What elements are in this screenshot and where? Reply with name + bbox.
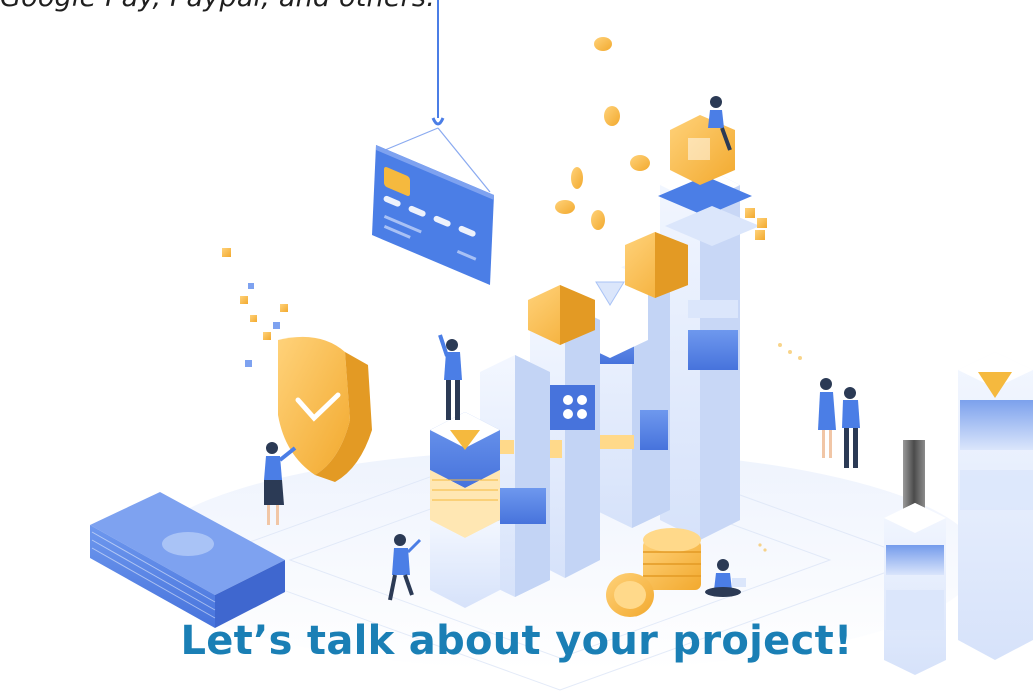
far-right-column bbox=[958, 352, 1033, 660]
crane-hook-icon bbox=[431, 117, 445, 126]
person-on-cube bbox=[670, 96, 735, 185]
cta-heading: Let’s talk about your project! bbox=[180, 618, 853, 664]
people-couple bbox=[818, 378, 860, 468]
flying-coins bbox=[555, 37, 650, 230]
person-man-pointing bbox=[438, 334, 462, 420]
fintech-illustration bbox=[90, 0, 1033, 691]
credit-card-icon bbox=[372, 145, 494, 285]
shield-check-icon bbox=[278, 336, 372, 482]
